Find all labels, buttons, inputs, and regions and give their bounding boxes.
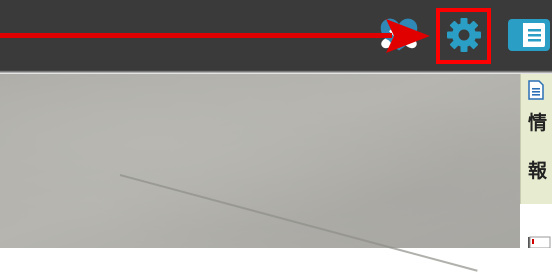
- annotation-arrow-shaft: [0, 33, 392, 38]
- map-view[interactable]: [0, 74, 520, 272]
- panel-icon: [507, 19, 550, 51]
- panel-text-char-1: 情: [528, 112, 548, 134]
- panel-text-char-2: 報: [528, 160, 548, 182]
- flag-icon: [528, 236, 551, 248]
- highlight-box: [436, 8, 491, 64]
- road-line: [119, 174, 478, 272]
- panel-toggle-button[interactable]: [505, 14, 552, 56]
- annotation-arrowhead: [386, 19, 430, 53]
- document-icon: [528, 80, 544, 100]
